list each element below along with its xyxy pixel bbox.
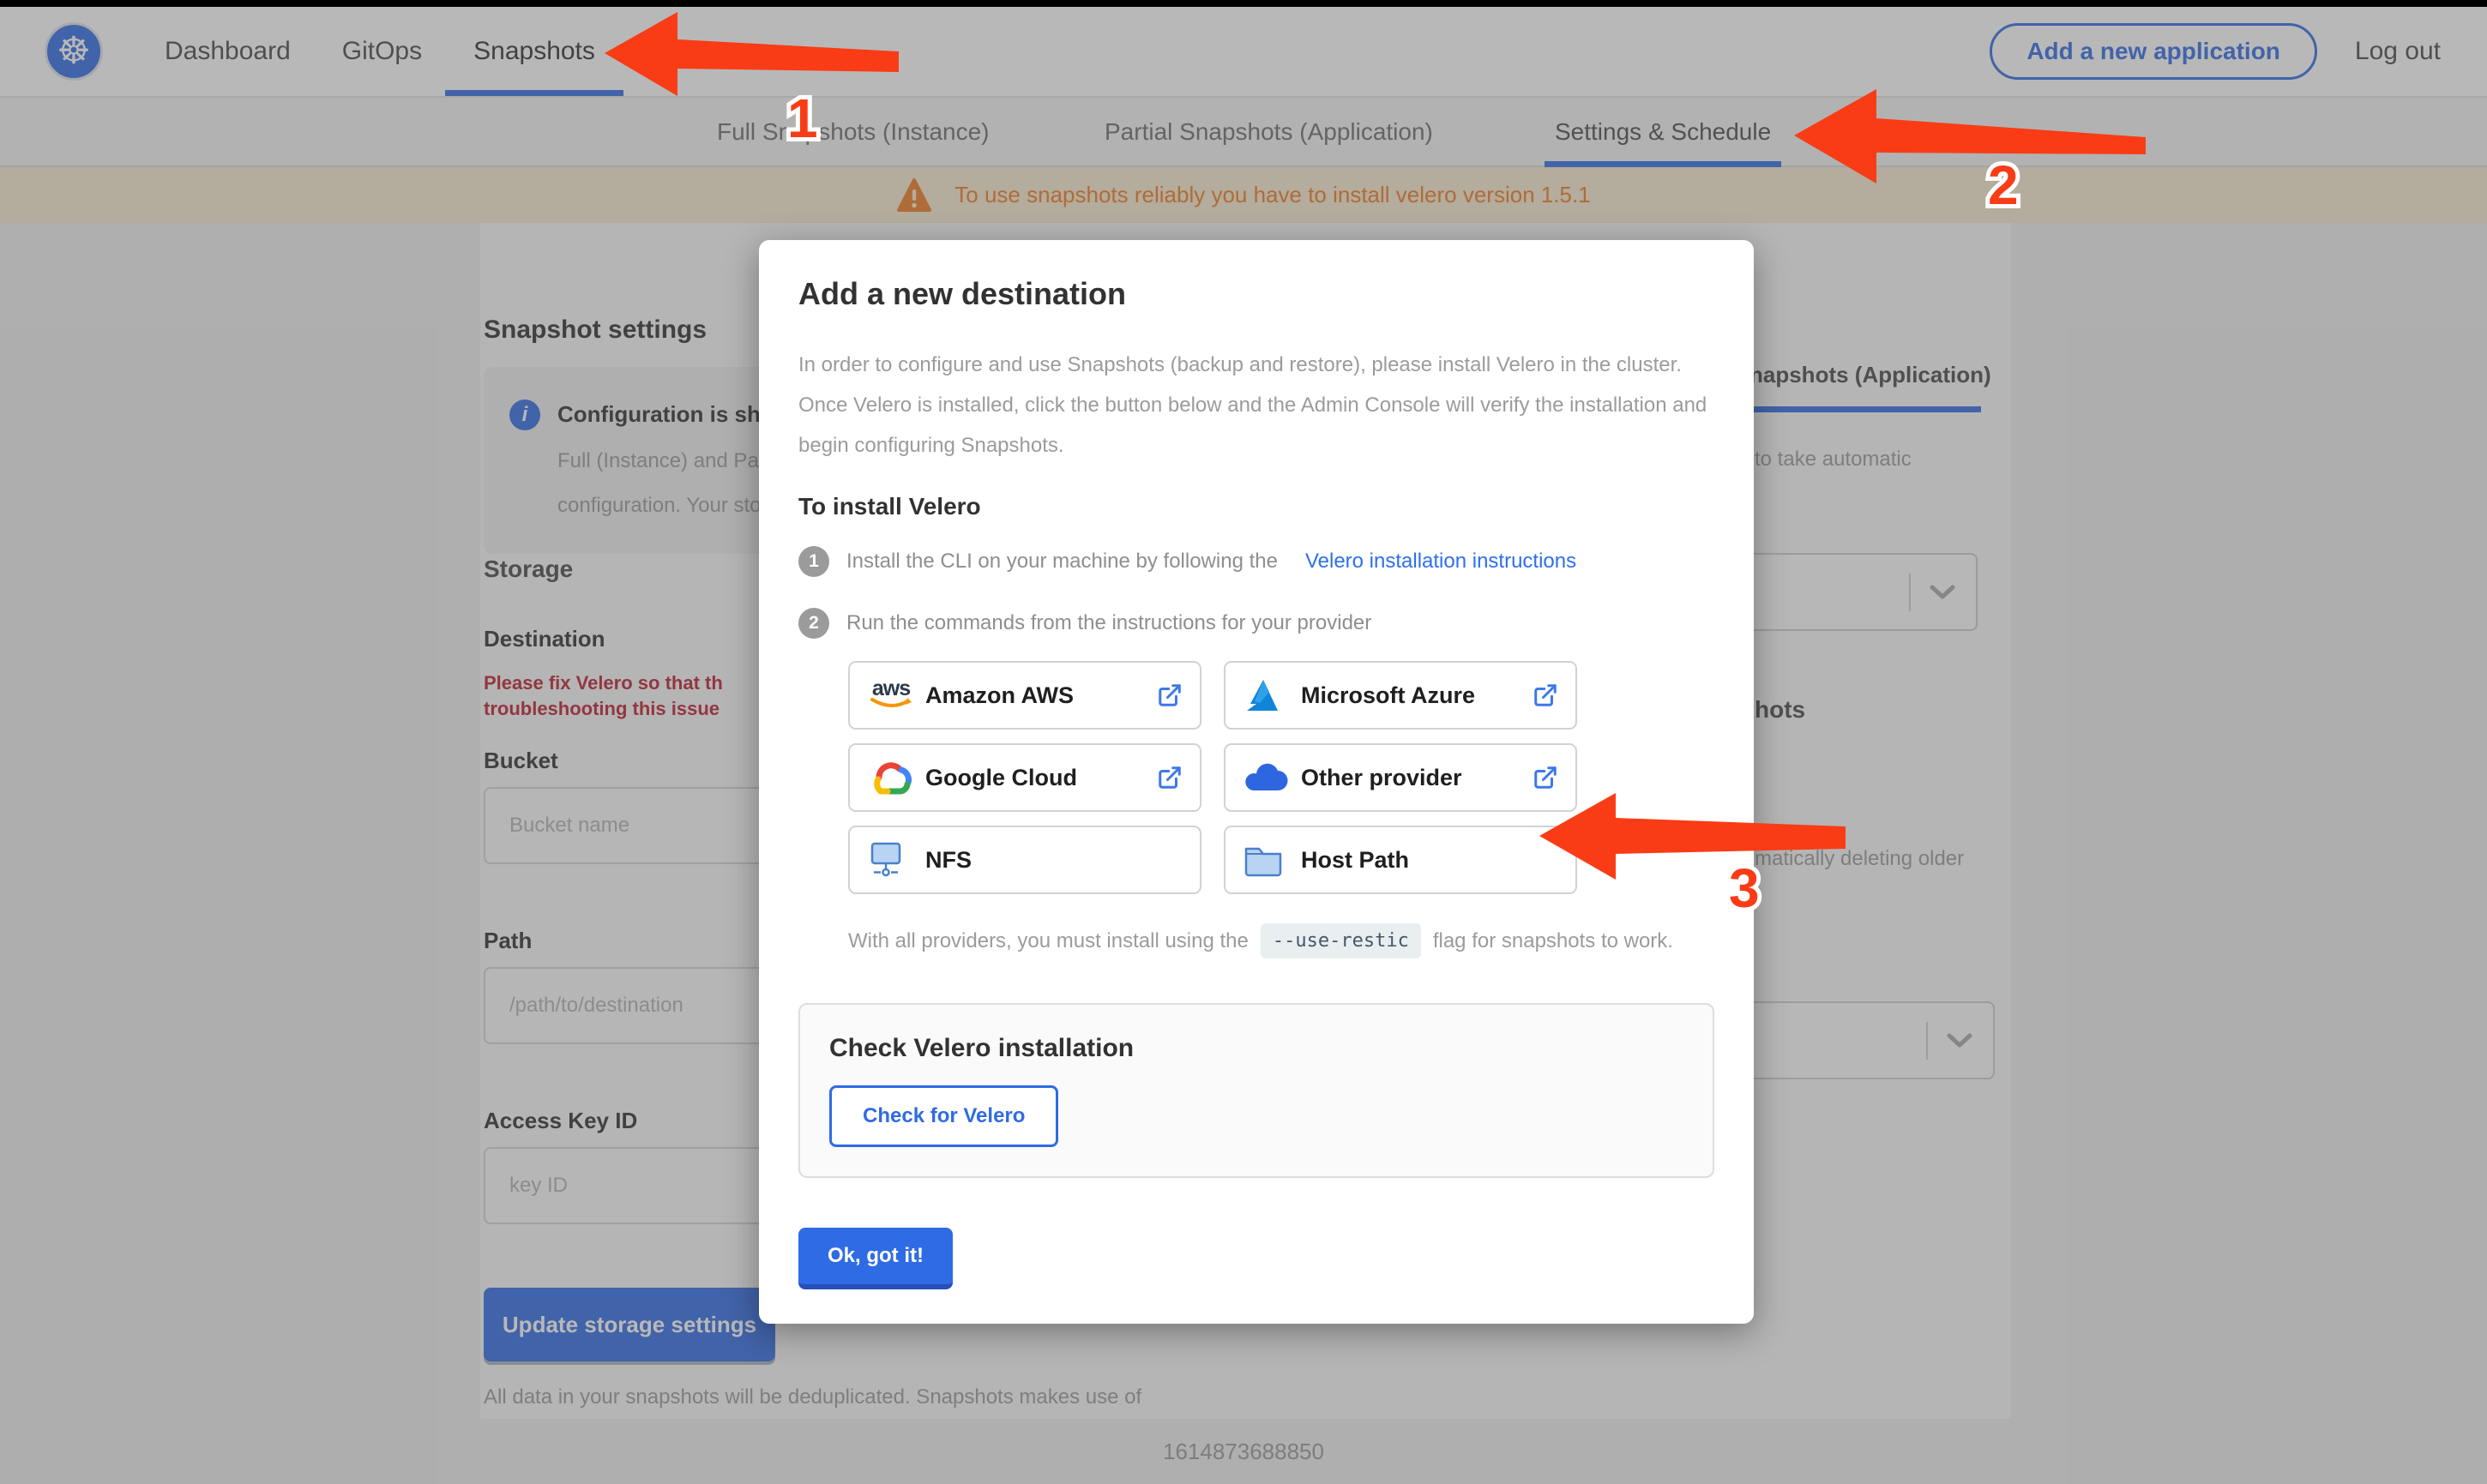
- aws-icon: aws: [867, 678, 925, 711]
- provider-amazon-aws-button[interactable]: aws Amazon AWS: [848, 661, 1201, 730]
- ok-got-it-button[interactable]: Ok, got it!: [798, 1228, 953, 1289]
- provider-grid: aws Amazon AWS Microsoft Azure Google Cl…: [848, 661, 1579, 894]
- provider-microsoft-azure-button[interactable]: Microsoft Azure: [1224, 661, 1577, 730]
- modal-title: Add a new destination: [798, 276, 1127, 311]
- external-link-icon: [1533, 765, 1558, 790]
- provider-host-path-button[interactable]: Host Path: [1224, 826, 1577, 894]
- provider-nfs-button[interactable]: NFS: [848, 826, 1201, 894]
- external-link-icon: [1533, 682, 1558, 708]
- check-for-velero-button[interactable]: Check for Velero: [829, 1085, 1059, 1147]
- restic-note: With all providers, you must install usi…: [848, 923, 1714, 958]
- provider-google-cloud-button[interactable]: Google Cloud: [848, 743, 1201, 812]
- velero-instructions-link[interactable]: Velero installation instructions: [1305, 550, 1576, 574]
- provider-other-button[interactable]: Other provider: [1224, 743, 1577, 812]
- check-velero-heading: Check Velero installation: [829, 1034, 1135, 1062]
- note-suffix: flag for snapshots to work.: [1432, 928, 1673, 952]
- azure-icon: [1243, 678, 1301, 712]
- external-link-icon: [1157, 765, 1183, 790]
- folder-icon: [1243, 843, 1301, 877]
- add-destination-modal: Add a new destination In order to config…: [759, 240, 1754, 1324]
- step-1-text: Install the CLI on your machine by follo…: [846, 550, 1278, 573]
- modal-description: In order to configure and use Snapshots …: [798, 353, 1707, 457]
- use-restic-code-chip: --use-restic: [1260, 923, 1421, 958]
- cloud-icon: [1243, 761, 1301, 794]
- step-2-badge: 2: [798, 608, 829, 639]
- install-step-1: 1 Install the CLI on your machine by fol…: [798, 546, 1714, 577]
- nfs-icon: [867, 840, 925, 880]
- step-2-text: Run the commands from the instructions f…: [846, 611, 1372, 634]
- app-root: ☸ Dashboard GitOps Snapshots Add a new a…: [0, 0, 2487, 1484]
- external-link-icon: [1157, 682, 1183, 708]
- google-cloud-icon: [867, 759, 925, 796]
- check-velero-panel: Check Velero installation Check for Vele…: [798, 1003, 1714, 1178]
- step-1-badge: 1: [798, 546, 829, 577]
- note-prefix: With all providers, you must install usi…: [848, 928, 1249, 952]
- install-velero-heading: To install Velero: [798, 493, 981, 520]
- screen-top-strip: [0, 0, 2487, 7]
- install-step-2: 2 Run the commands from the instructions…: [798, 608, 1714, 639]
